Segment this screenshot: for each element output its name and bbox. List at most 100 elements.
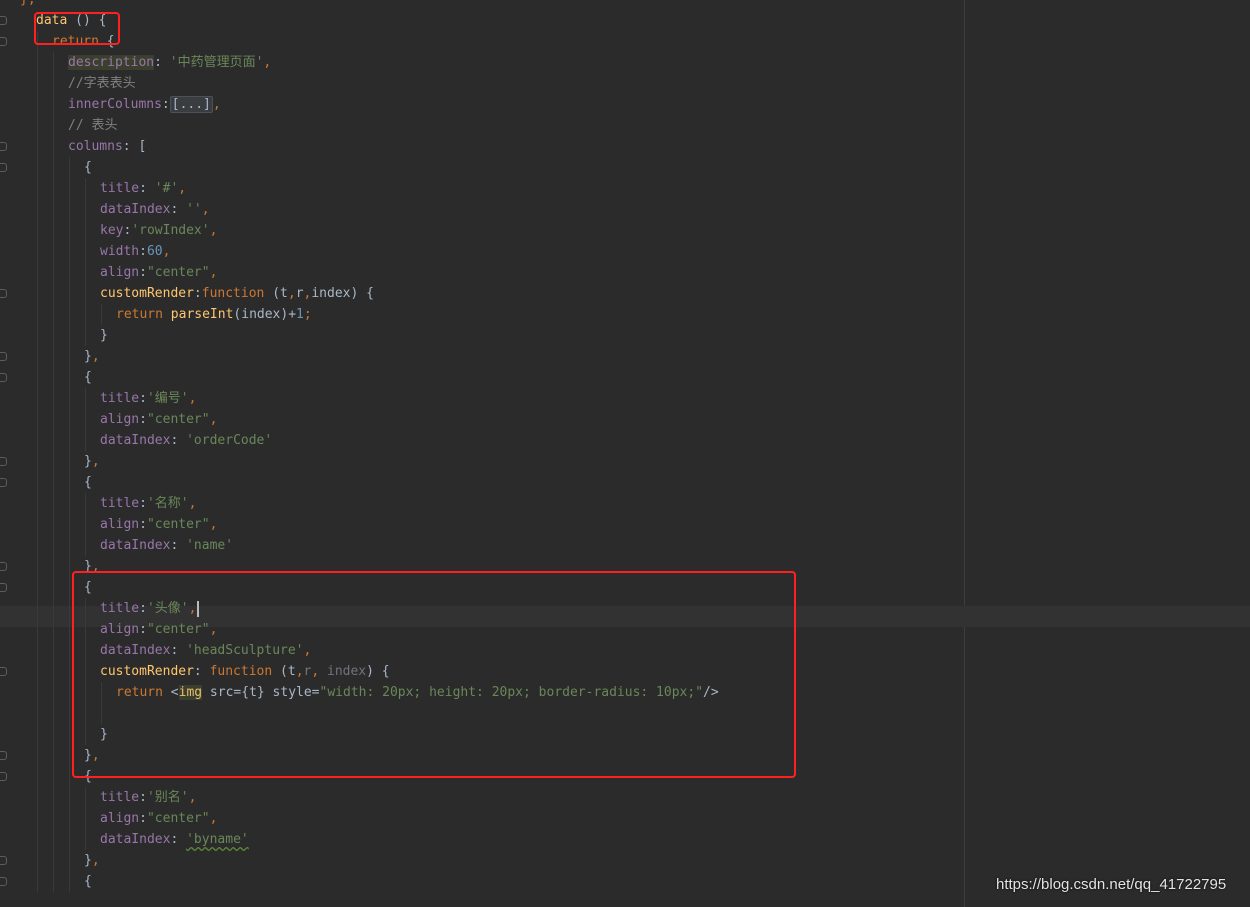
code-text[interactable]: key:'rowIndex', — [100, 220, 217, 241]
indent-guide — [53, 703, 54, 724]
code-line[interactable]: customRender: function (t,r, index) { — [0, 661, 1250, 682]
code-text[interactable]: { — [84, 766, 92, 787]
code-line[interactable]: dataIndex: 'byname' — [0, 829, 1250, 850]
code-text[interactable]: dataIndex: 'byname' — [100, 829, 249, 850]
code-text[interactable]: }, — [84, 451, 100, 472]
indent-guide — [69, 220, 70, 241]
code-line[interactable]: { — [0, 367, 1250, 388]
code-text[interactable]: dataIndex: 'name' — [100, 535, 233, 556]
code-line[interactable]: title: '#', — [0, 178, 1250, 199]
code-text[interactable]: width:60, — [100, 241, 170, 262]
code-line[interactable]: align:"center", — [0, 514, 1250, 535]
code-line[interactable]: }, — [0, 850, 1250, 871]
code-line[interactable]: } — [0, 724, 1250, 745]
code-line[interactable]: title:'名称', — [0, 493, 1250, 514]
code-text[interactable]: columns: [ — [68, 136, 146, 157]
code-line[interactable]: { — [0, 157, 1250, 178]
code-line[interactable]: return { — [0, 31, 1250, 52]
code-line[interactable]: title:'头像', — [0, 598, 1250, 619]
code-line[interactable]: { — [0, 766, 1250, 787]
code-text[interactable]: }, — [84, 556, 100, 577]
code-text[interactable]: description: '中药管理页面', — [68, 52, 271, 73]
code-text[interactable]: return <img src={t} style="width: 20px; … — [116, 682, 719, 703]
indent-guide — [37, 724, 38, 745]
code-line[interactable]: { — [0, 472, 1250, 493]
code-text[interactable]: }, — [84, 745, 100, 766]
code-line[interactable]: data () { — [0, 10, 1250, 31]
code-token: , — [91, 454, 100, 469]
code-text[interactable]: customRender:function (t,r,index) { — [100, 283, 374, 304]
code-line[interactable]: width:60, — [0, 241, 1250, 262]
indent-guide — [37, 220, 38, 241]
code-text[interactable]: } — [100, 325, 108, 346]
code-line[interactable]: dataIndex: 'headSculpture', — [0, 640, 1250, 661]
indent-guide — [37, 241, 38, 262]
code-line[interactable] — [0, 703, 1250, 724]
code-text[interactable]: // 表头 — [68, 115, 117, 136]
code-line[interactable]: }, — [0, 346, 1250, 367]
code-line[interactable]: dataIndex: 'orderCode' — [0, 430, 1250, 451]
code-text[interactable]: title:'名称', — [100, 493, 196, 514]
code-line[interactable]: description: '中药管理页面', — [0, 52, 1250, 73]
code-line[interactable]: }, — [0, 745, 1250, 766]
code-line[interactable]: } — [0, 325, 1250, 346]
code-line[interactable]: customRender:function (t,r,index) { — [0, 283, 1250, 304]
code-text[interactable]: { — [84, 871, 92, 892]
code-text[interactable]: align:"center", — [100, 619, 217, 640]
code-lines[interactable]: },data () {return {description: '中药管理页面'… — [0, 0, 1250, 892]
code-text[interactable]: innerColumns: [...], — [68, 94, 221, 115]
code-text[interactable]: align:"center", — [100, 262, 217, 283]
code-line[interactable]: align:"center", — [0, 619, 1250, 640]
code-line[interactable]: title:'编号', — [0, 388, 1250, 409]
code-line[interactable]: { — [0, 577, 1250, 598]
code-line[interactable]: return <img src={t} style="width: 20px; … — [0, 682, 1250, 703]
code-line[interactable]: dataIndex: 'name' — [0, 535, 1250, 556]
code-text[interactable]: title:'别名', — [100, 787, 196, 808]
code-text[interactable]: align:"center", — [100, 409, 217, 430]
code-token[interactable]: [...] — [169, 96, 213, 113]
indent-guide — [101, 682, 102, 703]
code-text[interactable]: align:"center", — [100, 514, 217, 535]
code-editor[interactable]: },data () {return {description: '中药管理页面'… — [0, 0, 1250, 907]
code-text[interactable]: title:'编号', — [100, 388, 196, 409]
code-token: () { — [67, 13, 107, 28]
code-text[interactable]: return parseInt(index)+1; — [116, 304, 312, 325]
code-token: : — [139, 811, 147, 826]
code-text[interactable]: align:"center", — [100, 808, 217, 829]
code-text[interactable]: }, — [84, 346, 100, 367]
code-line[interactable]: columns: [ — [0, 136, 1250, 157]
code-line[interactable]: align:"center", — [0, 262, 1250, 283]
code-text[interactable]: { — [84, 367, 92, 388]
code-line[interactable]: }, — [0, 556, 1250, 577]
code-text[interactable]: dataIndex: 'orderCode' — [100, 430, 272, 451]
indent-guide — [69, 556, 70, 577]
code-text[interactable]: { — [84, 472, 92, 493]
code-text[interactable]: title: '#', — [100, 178, 186, 199]
code-text[interactable]: }, — [84, 850, 100, 871]
code-line[interactable]: }, — [0, 0, 1250, 10]
code-line[interactable]: align:"center", — [0, 409, 1250, 430]
code-line[interactable]: title:'别名', — [0, 787, 1250, 808]
code-line[interactable]: innerColumns: [...], — [0, 94, 1250, 115]
indent-guide — [85, 493, 86, 514]
code-text[interactable]: customRender: function (t,r, index) { — [100, 661, 390, 682]
code-text[interactable]: { — [84, 157, 92, 178]
code-line[interactable]: }, — [0, 451, 1250, 472]
code-text[interactable]: title:'头像', — [100, 598, 200, 619]
code-text[interactable]: data () { — [36, 10, 106, 31]
code-text[interactable]: return { — [52, 31, 115, 52]
code-token: , — [311, 664, 327, 679]
code-text[interactable]: } — [100, 724, 108, 745]
code-text[interactable]: //字表表头 — [68, 73, 136, 94]
code-token: function — [201, 286, 265, 301]
code-line[interactable]: //字表表头 — [0, 73, 1250, 94]
code-text[interactable]: }, — [20, 0, 36, 10]
code-line[interactable]: dataIndex: '', — [0, 199, 1250, 220]
code-text[interactable]: dataIndex: 'headSculpture', — [100, 640, 311, 661]
code-line[interactable]: return parseInt(index)+1; — [0, 304, 1250, 325]
code-line[interactable]: align:"center", — [0, 808, 1250, 829]
code-text[interactable]: { — [84, 577, 92, 598]
code-text[interactable]: dataIndex: '', — [100, 199, 210, 220]
code-line[interactable]: key:'rowIndex', — [0, 220, 1250, 241]
code-line[interactable]: // 表头 — [0, 115, 1250, 136]
